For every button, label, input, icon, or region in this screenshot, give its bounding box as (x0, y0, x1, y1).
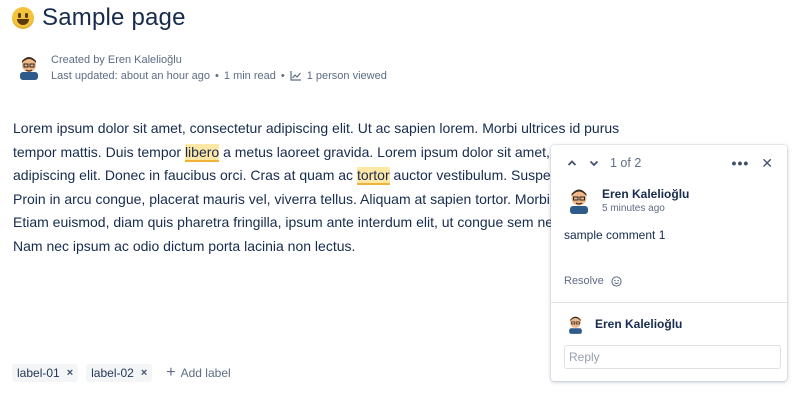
reply-author-name: Eren Kalelioğlu (595, 317, 683, 331)
comment-actions: Resolve (564, 275, 622, 287)
separator-dot: • (215, 70, 219, 82)
created-by-text: Created by Eren Kalelioğlu (51, 54, 182, 66)
comment-body: sample comment 1 (564, 228, 666, 242)
current-user-avatar (569, 316, 582, 334)
read-time-text: 1 min read (223, 70, 276, 82)
label-text[interactable]: label-02 (91, 366, 134, 380)
paragraph-line: tempor mattis. Duis tempor libero a metu… (13, 143, 550, 162)
paragraph-line: Nam nec ipsum ac odio dictum porta lacin… (13, 237, 356, 254)
resolve-button[interactable]: Resolve (564, 275, 604, 287)
comment-author-name[interactable]: Eren Kalelioğlu (602, 186, 689, 202)
grinning-face-emoji-icon (12, 7, 34, 29)
add-label-button[interactable]: + Add label (166, 364, 231, 381)
comment-author-row: Eren Kalelioğlu 5 minutes ago (567, 186, 689, 216)
reply-input[interactable] (564, 345, 781, 369)
close-icon[interactable]: ✕ (761, 155, 773, 172)
author-avatar[interactable] (17, 54, 41, 80)
plus-icon: + (166, 364, 176, 381)
paragraph-line: Lorem ipsum dolor sit amet, consectetur … (13, 120, 620, 136)
comment-nav-header: 1 of 2 ••• ✕ (564, 155, 773, 171)
paragraph-line: Etiam euismod, diam quis pharetra fringi… (13, 214, 553, 230)
remove-label-icon[interactable]: × (67, 367, 73, 379)
inline-comment-highlight[interactable]: libero (184, 143, 220, 162)
remove-label-icon[interactable]: × (141, 367, 147, 379)
comment-counter: 1 of 2 (610, 156, 642, 170)
more-actions-icon[interactable]: ••• (732, 155, 750, 171)
page-header: Sample page (12, 4, 186, 32)
add-label-text: Add label (180, 366, 231, 380)
label-chip[interactable]: label-02 × (86, 364, 153, 382)
page-body: Lorem ipsum dolor sit amet, consectetur … (13, 117, 633, 258)
labels-bar: label-01 × label-02 × + Add label (12, 364, 231, 382)
last-updated-link[interactable]: Last updated: about an hour ago (51, 68, 210, 84)
chevron-down-icon[interactable] (586, 155, 602, 171)
commenter-avatar[interactable] (567, 186, 591, 214)
inline-comment-panel: 1 of 2 ••• ✕ Eren Kalelioğlu 5 minutes a… (551, 145, 787, 381)
analytics-chart-icon (290, 71, 301, 81)
viewed-count-link[interactable]: 1 person viewed (307, 68, 387, 84)
separator-dot: • (280, 70, 285, 82)
label-text[interactable]: label-01 (17, 366, 60, 380)
comment-timestamp[interactable]: 5 minutes ago (602, 202, 689, 216)
reply-author-row: Eren Kalelioğlu (567, 314, 682, 334)
paragraph-line: adipiscing elit. Donec in faucibus orci.… (13, 167, 551, 185)
label-chip[interactable]: label-01 × (12, 364, 79, 382)
add-reaction-icon[interactable] (611, 275, 622, 287)
paragraph-line: Proin in arcu congue, placerat mauris ve… (13, 190, 550, 207)
chevron-up-icon[interactable] (564, 155, 580, 171)
page-title: Sample page (42, 4, 186, 31)
divider (551, 302, 787, 303)
page-byline: Created by Eren Kalelioğlu Last updated:… (17, 52, 387, 84)
inline-comment-highlight[interactable]: tortor (356, 167, 390, 185)
